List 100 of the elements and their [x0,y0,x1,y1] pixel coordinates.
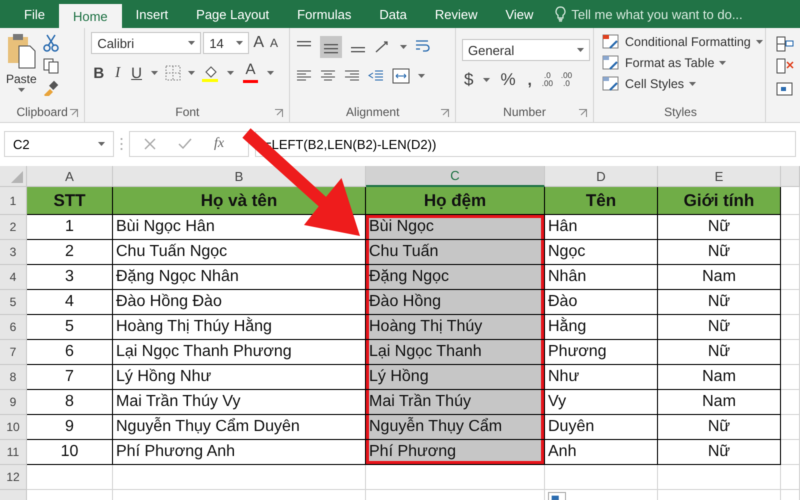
table-cell: Vy [545,390,658,415]
decrease-decimal-button[interactable]: .00 .0 [560,72,572,88]
currency-button[interactable]: $ [462,70,476,90]
row-header[interactable]: 9 [0,390,27,415]
styles-menu-button[interactable]: Cell Styles [602,76,696,92]
column-header[interactable]: A [27,166,113,187]
copy-icon[interactable] [42,58,59,74]
ribbon-tab[interactable]: Formulas [283,0,366,28]
paste-caret-icon[interactable] [18,88,25,92]
dropdown-caret-icon[interactable] [400,45,408,49]
comma-button[interactable]: , [526,72,534,88]
dialog-launcher-icon[interactable] [441,109,449,117]
style-gallery-icon [602,55,620,71]
empty-cell [781,390,800,415]
ribbon-tab[interactable]: Insert [122,0,182,28]
row-header[interactable]: 10 [0,415,27,440]
format-painter-icon[interactable] [42,80,59,96]
column-header[interactable]: D [545,166,658,187]
underline-button[interactable]: U [129,64,144,82]
percent-button[interactable]: % [498,70,518,90]
group-label: Font [175,105,200,119]
drag-handle-icon[interactable] [120,137,123,151]
name-box[interactable]: C2 [4,131,114,157]
merge-center-icon[interactable] [392,68,410,84]
dialog-launcher-icon[interactable] [70,109,78,117]
row-header[interactable]: 3 [0,240,27,265]
table-cell: Nữ [658,440,781,465]
tell-me-field[interactable]: Tell me what you want to do... [555,0,743,28]
column-header[interactable]: E [658,166,781,187]
group-label: Styles [664,105,697,119]
increase-decimal-button[interactable]: .0 .00 [542,72,553,88]
row-header[interactable]: 2 [0,215,27,240]
style-gallery-icon [602,76,620,92]
table-cell: 5 [27,315,113,340]
table-cell: 10 [27,440,113,465]
italic-button[interactable]: I [113,64,122,82]
ribbon-tab[interactable]: View [491,0,548,28]
dialog-launcher-icon[interactable] [579,109,587,117]
row-header[interactable]: 8 [0,365,27,390]
table-cell: 8 [27,390,113,415]
dropdown-caret-icon[interactable] [418,74,426,78]
row-header[interactable]: 1 [0,187,27,215]
align-center-icon[interactable] [320,69,336,83]
dropdown-caret-icon[interactable] [267,71,274,75]
align-left-icon[interactable] [296,69,312,83]
fill-color-icon[interactable] [202,64,220,82]
insert-function-button[interactable]: fx [214,136,224,152]
borders-icon[interactable] [165,65,181,81]
row-header[interactable]: 6 [0,315,27,340]
empty-cell [781,265,800,290]
increase-font-button[interactable]: A [251,34,266,52]
table-cell: Nữ [658,215,781,240]
table-cell: Ngọc [545,240,658,265]
align-middle-icon[interactable] [320,36,342,58]
dropdown-caret-icon[interactable] [577,48,584,52]
decrease-font-button[interactable]: A [268,36,280,50]
dropdown-caret-icon[interactable] [151,71,158,75]
dropdown-caret-icon[interactable] [719,61,726,65]
paste-button[interactable]: Paste [6,32,37,104]
dropdown-caret-icon[interactable] [236,41,244,45]
table-cell: 7 [27,365,113,390]
row-header[interactable]: 4 [0,265,27,290]
format-cells-icon[interactable] [776,80,794,96]
bold-button[interactable]: B [91,64,106,82]
dropdown-caret-icon[interactable] [756,40,763,44]
dropdown-caret-icon[interactable] [227,71,234,75]
ribbon-tab[interactable]: Home [58,4,122,28]
empty-cell [781,315,800,340]
font-name-field[interactable]: Calibri [91,32,202,54]
row-header[interactable]: 7 [0,340,27,365]
styles-menu-button[interactable]: Format as Table [602,55,726,71]
ribbon-tab[interactable]: Page Layout [182,0,284,28]
dropdown-caret-icon[interactable] [98,142,105,146]
enter-check-icon[interactable] [178,138,192,150]
table-cell: Hằng [545,315,658,340]
delete-cells-icon[interactable] [776,58,794,74]
table-cell: Nam [658,265,781,290]
ribbon-tab[interactable]: File [10,0,59,28]
align-right-icon[interactable] [344,69,360,83]
styles-menu-button[interactable]: Conditional Formatting [602,34,763,50]
insert-cells-icon[interactable] [776,36,794,52]
font-color-button[interactable]: A [241,63,260,83]
row-header[interactable]: 11 [0,440,27,465]
column-header[interactable]: C [366,166,545,187]
header-cell: Giới tính [658,187,781,215]
column-header[interactable]: B [113,166,366,187]
number-format-field[interactable]: General [462,39,590,61]
dialog-launcher-icon[interactable] [275,109,284,117]
ribbon-tab[interactable]: Data [365,0,421,28]
row-header[interactable]: 12 [0,465,27,490]
dropdown-caret-icon[interactable] [689,82,696,86]
cut-icon[interactable] [42,34,59,52]
dropdown-caret-icon[interactable] [188,71,195,75]
row-header[interactable]: 5 [0,290,27,315]
formula-field[interactable]: =LEFT(B2,LEN(B2)-LEN(D2)) [255,131,796,157]
dropdown-caret-icon[interactable] [483,78,490,82]
dropdown-caret-icon[interactable] [188,41,196,45]
ribbon-tab[interactable]: Review [420,0,492,28]
font-size-field[interactable]: 14 [203,32,250,54]
decrease-indent-icon[interactable] [368,69,384,83]
